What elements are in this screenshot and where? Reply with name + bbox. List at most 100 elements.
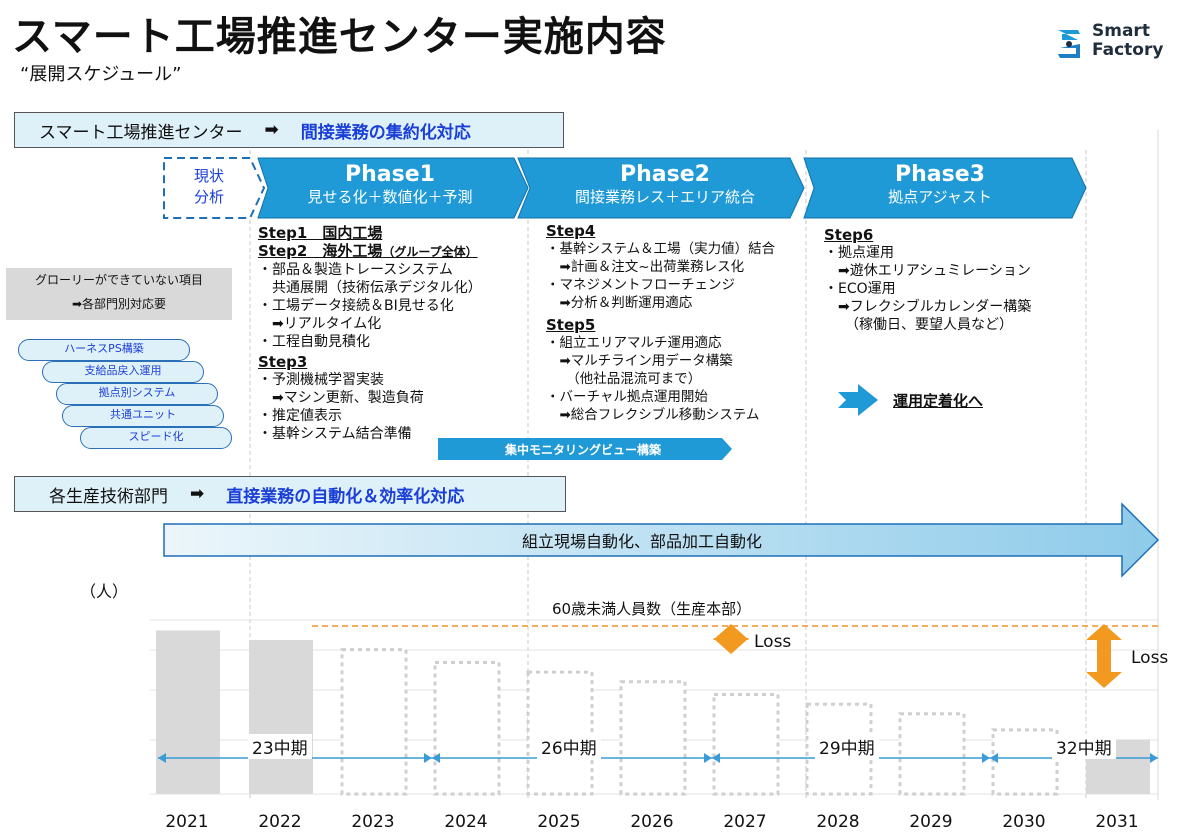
banner-bottom-arrow: ➡ [190,484,205,504]
step5-heading: Step5 [546,316,596,334]
logo-text-line2: Factory [1092,40,1164,60]
list-item: ・基幹システム＆工場（実力値）結合 [546,241,776,257]
phase2-label: Phase2 間接業務レス＋エリア統合 [540,162,790,206]
banner-top-arrow: ➡ [264,120,279,140]
side-note-box: グローリーができていない項目 ➡各部門別対応要 [6,268,232,320]
year-label: 2031 [1095,812,1139,832]
page-subtitle: “展開スケジュール” [20,64,182,85]
phase3-sub: 拠点アジャスト [888,188,992,206]
bar-2024 [433,660,501,796]
phase1-label: Phase1 見せる化＋数値化＋予測 [270,162,510,206]
list-item: ➡計画＆注文~出荷業務レス化 [546,259,745,275]
monitoring-label: 集中モニタリングビュー構築 [504,443,661,457]
year-label: 2021 [165,812,209,832]
list-item: ・バーチャル拠点運用開始 [546,389,708,405]
cloud-item: 支給品戻入運用 [42,361,204,383]
current-analysis-line1: 現状 [193,167,224,185]
phase2-sub: 間接業務レス＋エリア統合 [574,188,755,206]
banner-indirect-work: スマート工場推進センター ➡ 間接業務の集約化対応 [14,112,564,148]
list-item: （他社品混流可まで） [546,371,702,387]
list-item: ➡遊休エリアシュミレーション [824,263,1031,279]
step4-heading: Step4 [546,222,596,240]
phase3-content: Step6 ・拠点運用 ➡遊休エリアシュミレーション ・ECO運用 ➡フレクシブ… [824,226,1031,334]
smart-factory-logo: Smart Factory [1052,22,1182,66]
page-title: スマート工場推進センター実施内容 [12,14,667,60]
year-label: 2022 [258,812,302,832]
list-item: ➡総合フレクシブル移動システム [546,407,760,423]
bar-2026 [619,680,687,796]
loss-arrow-2031 [1086,624,1122,688]
bar-2023 [340,648,408,796]
list-item: ・組立エリアマルチ運用適応 [546,335,722,351]
step1-heading: Step1 国内工場 [258,224,383,242]
banner-bottom-left: 各生産技術部門 [49,486,168,507]
list-item: ➡フレクシブルカレンダー構築 [824,299,1032,315]
year-label: 2027 [723,812,767,832]
period-label: 23中期 [248,734,312,759]
loss-label: Loss [1131,648,1169,668]
side-note-line1: グローリーができていない項目 [34,273,203,287]
side-note-line2: ➡各部門別対応要 [71,297,167,311]
period-arrowhead [990,753,998,763]
list-item: ➡マシン更新、製造負荷 [258,390,424,406]
period-arrowhead [712,753,720,763]
list-item: ➡マルチライン用データ構築 [546,353,733,369]
list-item: ➡リアルタイム化 [258,316,382,332]
list-item: ・部品＆製造トレースシステム [258,262,453,278]
step2-note: （グループ全体） [382,245,478,259]
chart-title: 60歳未満人員数（生産本部） [552,600,752,618]
goal-arrow-icon [838,384,878,416]
list-item: 共通展開（技術伝承デジタル化） [258,280,482,296]
list-item: ・ECO運用 [824,281,896,297]
list-item: ➡分析＆判断運用適応 [546,295,693,311]
year-label: 2025 [537,812,581,832]
phase3-title: Phase3 [895,162,985,187]
step6-heading: Step6 [824,226,874,244]
list-item: （稼働日、要望人員など） [824,317,1013,333]
list-item: ・工場データ接続＆BI見せる化 [258,298,454,314]
phase1-content: Step1 国内工場 Step2 海外工場（グループ全体） ・部品＆製造トレース… [258,224,482,443]
bar-2021 [156,630,220,794]
list-item: ・推定値表示 [258,408,342,424]
banner-top-highlight: 間接業務の集約化対応 [300,122,471,143]
current-analysis-line2: 分析 [193,188,224,206]
loss-label: Loss [754,632,792,652]
list-item: ・拠点運用 [824,245,894,261]
logo-text-line1: Smart [1092,21,1150,41]
period-label: 26中期 [537,734,601,759]
year-label: 2029 [909,812,953,832]
step3-heading: Step3 [258,353,308,371]
year-label: 2023 [351,812,395,832]
period-arrowhead [1150,753,1158,763]
period-arrowhead [982,753,990,763]
logo-icon [1058,30,1080,58]
list-item: ・工程自動見積化 [258,334,370,350]
goal-label: 運用定着化へ [893,392,984,410]
period-arrowhead [704,753,712,763]
bar-2030 [991,728,1059,796]
period-arrowhead [158,753,166,763]
cloud-item: スピード化 [80,427,232,449]
phase3-label: Phase3 拠点アジャスト [820,162,1060,206]
year-label: 2026 [630,812,674,832]
phase2-content: Step4 ・基幹システム＆工場（実力値）結合 ➡計画＆注文~出荷業務レス化 ・… [546,222,775,424]
list-item: ・マネジメントフローチェンジ [546,277,735,293]
step2-heading: Step2 海外工場 [258,242,383,260]
list-item: ・予測機械学習実装 [258,372,384,388]
phase2-title: Phase2 [620,162,710,187]
bar-2027 [712,693,780,796]
period-arrowhead [424,753,432,763]
year-label: 2030 [1002,812,1046,832]
banner-top-left: スマート工場推進センター [39,122,243,143]
chart-ylabel: （人） [80,582,129,601]
period-arrowhead [432,753,440,763]
period-label: 32中期 [1052,734,1116,759]
current-analysis-label: 現状 分析 [166,166,252,208]
period-label: 29中期 [815,734,879,759]
automation-label: 組立現場自動化、部品加工自動化 [521,532,762,551]
phase1-sub: 見せる化＋数値化＋予測 [307,188,473,206]
year-label: 2024 [444,812,488,832]
year-label: 2028 [816,812,860,832]
cloud-item: ハーネスPS構築 [18,339,190,361]
bar-2022 [249,640,313,794]
